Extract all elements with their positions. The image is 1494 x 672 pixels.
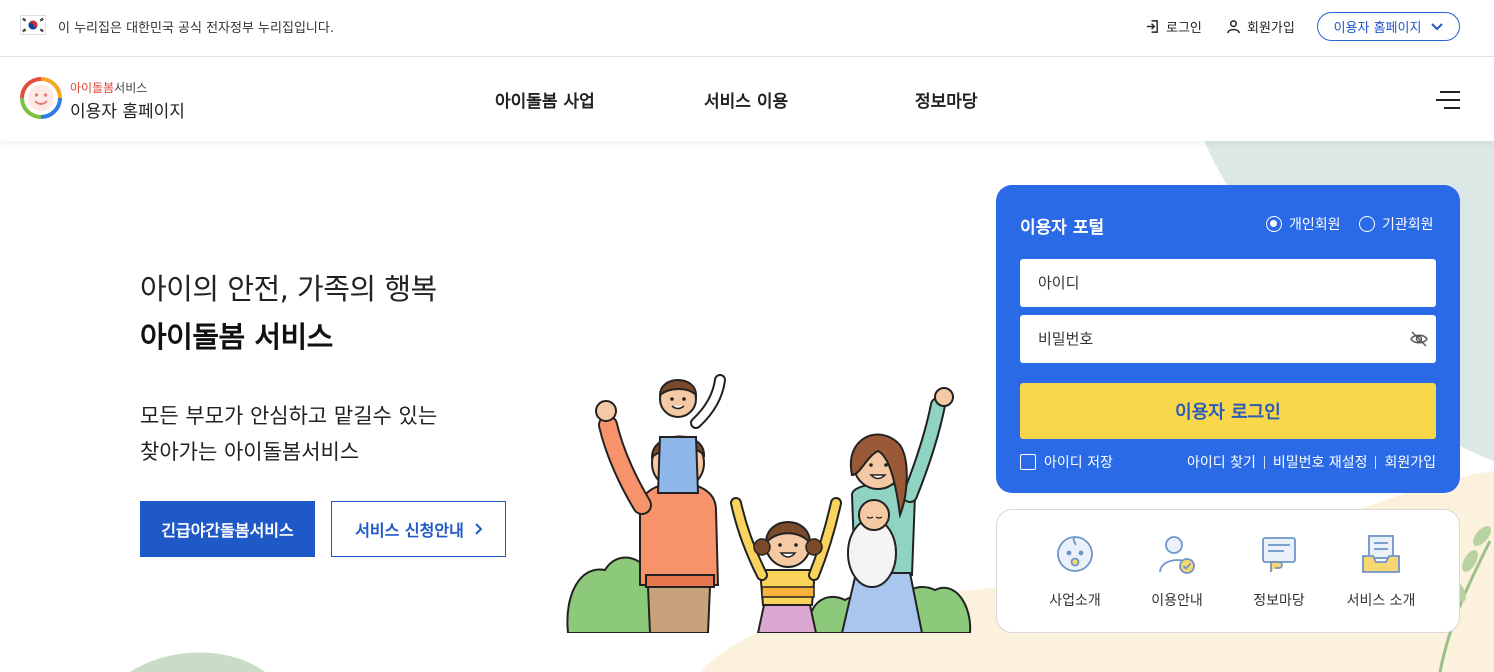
family-illustration (566, 374, 972, 633)
reset-password-link[interactable]: 비밀번호 재설정 (1273, 452, 1368, 472)
hero-desc-line1: 모든 부모가 안심하고 맡길수 있는 (140, 404, 438, 428)
radio-organization-label: 기관회원 (1382, 217, 1434, 233)
document-hand-icon (1262, 537, 1296, 572)
save-id-checkbox[interactable]: 아이디 저장 (1020, 452, 1113, 472)
link-divider (1263, 455, 1265, 469)
save-id-label: 아이디 저장 (1044, 455, 1113, 471)
top-login-label: 로그인 (1166, 21, 1202, 36)
chevron-down-icon (1431, 22, 1444, 30)
quick-item-label: 이용안내 (1151, 593, 1203, 609)
user-portal-login-panel: 이용자 포털 개인회원 기관회원 이용자 로그인 아이디 저장 아이디 찾기 비… (996, 185, 1460, 493)
user-icon (1227, 20, 1240, 34)
quick-item-label: 사업소개 (1049, 593, 1101, 609)
radio-organization-dot (1359, 216, 1375, 232)
quick-menu: 사업소개 이용안내 정보마당 서비스 소개 (996, 509, 1460, 633)
service-guide-label: 서비스 신청안내 (355, 521, 464, 540)
service-guide-button[interactable]: 서비스 신청안내 (331, 501, 506, 557)
site-header: 아이돌봄서비스 이용자 홈페이지 아이돌봄 사업 서비스 이용 정보마당 (0, 57, 1494, 141)
quick-item-business-intro[interactable]: 사업소개 (1025, 532, 1125, 610)
user-id-input[interactable] (1020, 259, 1436, 307)
logo-subtitle-rest: 서비스 (114, 81, 148, 95)
chevron-right-icon (475, 523, 482, 535)
login-panel-title: 이용자 포털 (1020, 218, 1105, 238)
quick-item-usage-guide[interactable]: 이용안내 (1127, 532, 1227, 610)
login-icon (1146, 20, 1158, 33)
radio-personal-dot (1266, 216, 1282, 232)
top-signup-label: 회원가입 (1247, 21, 1295, 36)
password-input[interactable] (1020, 315, 1436, 363)
quick-item-info-center[interactable]: 정보마당 (1229, 532, 1329, 610)
quick-item-label: 서비스 소개 (1346, 593, 1416, 609)
radio-organization-member[interactable]: 기관회원 (1359, 214, 1434, 234)
join-link[interactable]: 회원가입 (1384, 452, 1436, 472)
logo-subtitle-brand: 아이돌봄 (70, 81, 115, 95)
hamburger-menu-icon[interactable] (1434, 90, 1462, 110)
top-signup-link[interactable]: 회원가입 (1226, 17, 1295, 36)
site-select-label: 이용자 홈페이지 (1333, 21, 1422, 36)
radio-personal-label: 개인회원 (1289, 217, 1341, 233)
radio-personal-member[interactable]: 개인회원 (1266, 214, 1341, 234)
hero-subtitle: 아이의 안전, 가족의 행복 (140, 272, 437, 306)
smile-logo-icon[interactable] (20, 77, 62, 119)
hero-desc-line2: 찾아가는 아이돌봄서비스 (140, 440, 360, 464)
emergency-night-care-button[interactable]: 긴급야간돌봄서비스 (140, 501, 315, 557)
quick-item-service-intro[interactable]: 서비스 소개 (1331, 532, 1431, 610)
gov-banner: 이 누리집은 대한민국 공식 전자정부 누리집입니다. 로그인 회원가입 이용자… (0, 0, 1494, 57)
nav-item-business[interactable]: 아이돌봄 사업 (495, 87, 595, 112)
logo-title[interactable]: 이용자 홈페이지 (70, 97, 185, 122)
inbox-tray-icon (1362, 535, 1400, 573)
find-id-link[interactable]: 아이디 찾기 (1187, 452, 1256, 472)
hero-title: 아이돌봄 서비스 (140, 320, 333, 354)
eye-off-icon[interactable] (1410, 330, 1428, 348)
baby-face-icon (1057, 536, 1093, 572)
quick-item-label: 정보마당 (1253, 593, 1305, 609)
nav-item-service[interactable]: 서비스 이용 (704, 87, 788, 112)
site-select-dropdown[interactable]: 이용자 홈페이지 (1317, 12, 1460, 41)
user-login-button[interactable]: 이용자 로그인 (1020, 383, 1436, 439)
gov-banner-text: 이 누리집은 대한민국 공식 전자정부 누리집입니다. (58, 21, 334, 36)
save-id-box (1020, 454, 1036, 470)
link-divider (1375, 455, 1377, 469)
login-helper-links: 아이디 찾기 비밀번호 재설정 회원가입 (1187, 452, 1436, 472)
logo-subtitle: 아이돌봄서비스 (70, 79, 147, 96)
top-login-link[interactable]: 로그인 (1145, 17, 1202, 36)
korean-flag-icon (20, 15, 46, 35)
user-check-icon (1159, 536, 1195, 574)
nav-item-info[interactable]: 정보마당 (915, 87, 978, 112)
